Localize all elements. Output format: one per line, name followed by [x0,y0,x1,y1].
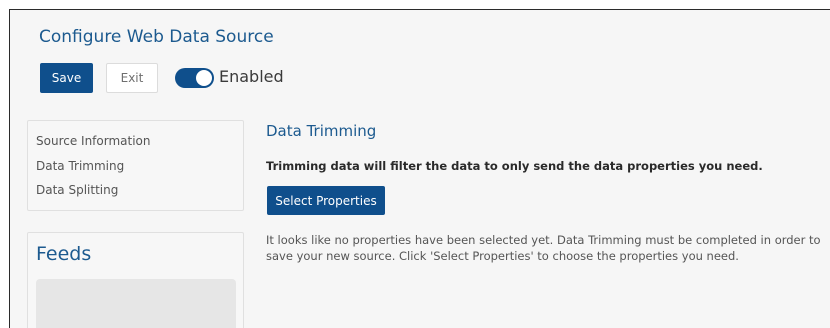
enabled-toggle[interactable] [175,68,214,88]
info-message: It looks like no properties have been se… [266,233,821,263]
section-nav: Source Information Data Trimming Data Sp… [27,120,244,211]
feeds-list [36,279,236,328]
page-frame: Configure Web Data Source Save Exit Enab… [9,9,830,328]
select-properties-button[interactable]: Select Properties [267,186,385,215]
save-button[interactable]: Save [40,63,93,93]
enabled-label: Enabled [219,67,284,86]
section-title: Data Trimming [266,122,377,140]
nav-item-source-information[interactable]: Source Information [36,134,151,148]
section-description: Trimming data will filter the data to on… [266,159,763,173]
page-title: Configure Web Data Source [39,27,274,47]
nav-item-data-splitting[interactable]: Data Splitting [36,183,118,197]
feeds-title: Feeds [36,243,92,265]
exit-button[interactable]: Exit [106,63,158,93]
toggle-knob [196,70,212,86]
nav-item-data-trimming[interactable]: Data Trimming [36,159,124,173]
feeds-panel: Feeds [27,232,244,328]
